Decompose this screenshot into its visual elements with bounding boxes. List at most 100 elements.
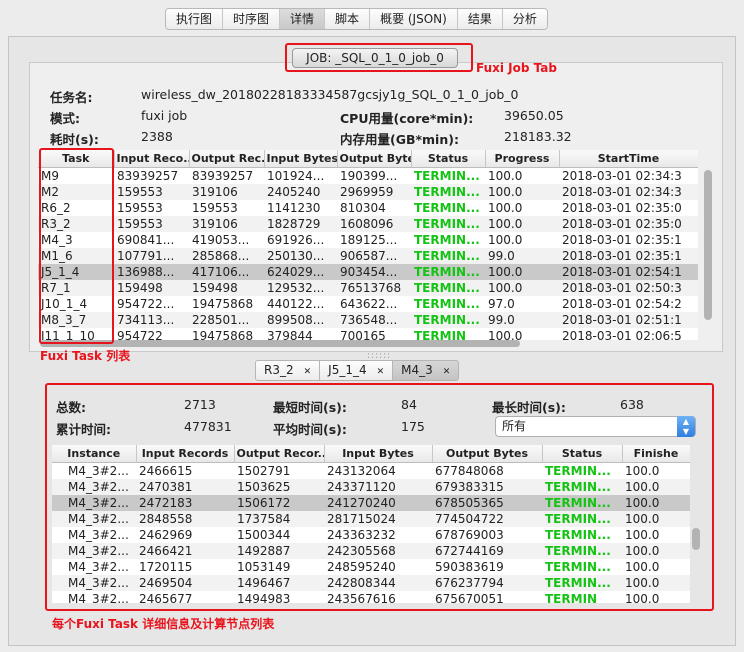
max-time-label: 最长时间(s): bbox=[492, 400, 566, 415]
task-row[interactable]: J5_1_4 136988... 417106... 624029... 903454.… bbox=[38, 263, 698, 280]
instance-col-header[interactable]: Output Bytes bbox=[432, 445, 543, 463]
instance-row[interactable]: M4_3#2... 2466615 1502791 243132064 67784806… bbox=[52, 462, 690, 479]
instance-cell: M4_3#2... bbox=[68, 591, 129, 604]
instance-row[interactable]: M4_3#2... 2472183 1506172 241270240 67850536… bbox=[52, 494, 690, 511]
task-cell: 2018-03-01 02:35:1 bbox=[559, 247, 698, 264]
tab-1[interactable]: 时序图 bbox=[223, 9, 281, 29]
task-cell: 2969959 bbox=[337, 183, 411, 200]
instance-cell: 675670051 bbox=[435, 591, 504, 604]
task-cell: 99.0 bbox=[485, 311, 559, 328]
task-cell: TERMIN... bbox=[411, 215, 485, 232]
task-cell: 97.0 bbox=[488, 296, 515, 311]
instance-row[interactable]: M4_3#2... 2848558 1737584 281715024 77450472… bbox=[52, 510, 690, 527]
task-cell: 19475868 bbox=[192, 296, 254, 311]
instance-cell: 243371120 bbox=[324, 478, 432, 495]
task-col-header[interactable]: Input Reco... bbox=[114, 150, 190, 168]
task-cell: 903454... bbox=[337, 263, 411, 280]
instance-row[interactable]: M4_3#2... 2466421 1492887 242305568 67274416… bbox=[52, 542, 690, 559]
task-cell: 136988... bbox=[114, 263, 189, 280]
task-cell: 228501... bbox=[189, 311, 264, 328]
task-cell: 2018-03-01 02:51:1 bbox=[559, 311, 698, 328]
job-tab-highlight bbox=[285, 43, 473, 72]
instance-row[interactable]: M4_3#2... 2462969 1500344 243363232 67876900… bbox=[52, 527, 690, 543]
task-cell: 100.0 bbox=[488, 232, 523, 247]
task-row[interactable]: M1_6 107791... 285868... 250130... 906587...… bbox=[38, 247, 698, 264]
sub-tab[interactable]: J5_1_4 ✕ bbox=[320, 360, 394, 381]
close-icon[interactable]: ✕ bbox=[443, 367, 451, 377]
tab-4[interactable]: 概要 (JSON) bbox=[370, 9, 458, 29]
task-cell: 100.0 bbox=[488, 200, 523, 215]
tab-6[interactable]: 分析 bbox=[502, 9, 547, 29]
instance-row[interactable]: M4_3#2... 2470381 1503625 243371120 67938331… bbox=[52, 478, 690, 495]
task-row[interactable]: R3_2 159553 319106 1828729 1608096 TERMIN... 1… bbox=[38, 215, 698, 232]
instance-table-vscroll[interactable] bbox=[692, 528, 700, 550]
task-cell: 190399... bbox=[340, 168, 398, 183]
sub-tab-label: J5_1_4 bbox=[328, 363, 367, 377]
tab-0[interactable]: 执行图 bbox=[166, 9, 224, 29]
instance-row[interactable]: M4_3#2... 2465677 1494983 243567616 67567005… bbox=[52, 591, 690, 604]
time-value: 2388 bbox=[141, 129, 173, 144]
mode-label: 模式: bbox=[50, 111, 80, 126]
task-cell: 954722... bbox=[117, 296, 175, 311]
instance-cell: 1502791 bbox=[237, 463, 291, 478]
task-col-header[interactable]: Output Rec... bbox=[189, 150, 265, 168]
task-col-header[interactable]: Input Bytes bbox=[264, 150, 338, 168]
instance-cell: 677848068 bbox=[435, 463, 504, 478]
instance-row[interactable]: M4_3#2... 1720115 1053149 248595240 59038361… bbox=[52, 559, 690, 575]
instance-cell: TERMIN... bbox=[545, 559, 611, 574]
instance-col-header[interactable]: Input Records bbox=[136, 445, 235, 463]
tab-3[interactable]: 脚本 bbox=[325, 9, 371, 29]
cum-time-value: 477831 bbox=[184, 419, 232, 434]
instance-col-header[interactable]: Output Recor... bbox=[234, 445, 325, 463]
instance-col-header[interactable]: Status bbox=[542, 445, 623, 463]
instance-cell: M4_3#2... bbox=[68, 559, 129, 574]
close-icon[interactable]: ✕ bbox=[304, 367, 312, 377]
task-table-vscroll[interactable] bbox=[704, 170, 712, 320]
mem-label: 内存用量(GB*min): bbox=[340, 132, 459, 147]
task-row[interactable]: R7_1 159498 159498 129532... 76513768 TERMIN.… bbox=[38, 279, 698, 296]
task-cell: 99.0 bbox=[485, 247, 559, 264]
task-col-header[interactable]: Progress bbox=[485, 150, 560, 168]
task-cell: TERMIN... bbox=[411, 247, 485, 264]
instance-cell: M4_3#2... bbox=[52, 494, 136, 511]
task-cell: 624029... bbox=[264, 263, 337, 280]
task-cell: TERMIN bbox=[414, 328, 467, 341]
task-col-header[interactable]: Status bbox=[411, 150, 486, 168]
status-filter-select[interactable]: 所有 ▲ ▼ bbox=[495, 416, 696, 437]
task-row[interactable]: M4_3 690841... 419053... 691926... 189125...… bbox=[38, 232, 698, 248]
task-col-header[interactable]: Output Bytes bbox=[337, 150, 412, 168]
task-row[interactable]: J11_1_10 954722 19475868 379844 700165 TERMIN… bbox=[38, 328, 698, 341]
task-row[interactable]: J10_1_4 954722... 19475868 440122... 643622.… bbox=[38, 296, 698, 312]
instance-cell: 1737584 bbox=[234, 510, 324, 527]
task-cell: TERMIN... bbox=[414, 200, 480, 215]
sub-tab[interactable]: R3_2 ✕ bbox=[255, 360, 321, 381]
task-cell: 159553 bbox=[117, 200, 163, 215]
task-cell: 1141230 bbox=[267, 200, 321, 215]
tab-5[interactable]: 结果 bbox=[457, 9, 503, 29]
instance-cell: TERMIN bbox=[545, 591, 598, 604]
task-col-header[interactable]: StartTime bbox=[559, 150, 698, 168]
task-cell: 107791... bbox=[114, 247, 189, 264]
task-row[interactable]: M2 159553 319106 2405240 2969959 TERMIN... 100… bbox=[38, 183, 698, 200]
task-row[interactable]: M8_3_7 734113... 228501... 899508... 736548.… bbox=[38, 311, 698, 328]
instance-row[interactable]: M4_3#2... 2469504 1496467 242808344 67623779… bbox=[52, 574, 690, 591]
instance-col-header[interactable]: Input Bytes bbox=[324, 445, 433, 463]
task-row[interactable]: R6_2 159553 159553 1141230 810304 TERMIN... 10… bbox=[38, 200, 698, 216]
close-icon[interactable]: ✕ bbox=[377, 367, 385, 377]
task-row[interactable]: M9 83939257 83939257 101924... 190399... TERM… bbox=[38, 167, 698, 184]
sub-tab[interactable]: M4_3 ✕ bbox=[393, 360, 460, 381]
instance-cell: 678505365 bbox=[432, 494, 542, 511]
instance-col-header[interactable]: Finishe bbox=[622, 445, 690, 463]
instance-table: Instance Input Records Output Recor... Inpu… bbox=[52, 445, 690, 603]
task-cell: TERMIN... bbox=[411, 263, 485, 280]
instance-col-header[interactable]: Instance bbox=[52, 445, 137, 463]
total-value: 2713 bbox=[184, 397, 216, 412]
instance-cell: 1720115 bbox=[139, 559, 193, 574]
task-cell: 691926... bbox=[267, 232, 325, 247]
task-cell: 2018-03-01 02:35:0 bbox=[562, 200, 682, 215]
instance-cell: 2462969 bbox=[139, 527, 193, 542]
task-cell: 2018-03-01 02:54:1 bbox=[559, 263, 698, 280]
task-sub-tabs: R3_2 ✕ J5_1_4 ✕ M4_3 ✕ bbox=[255, 360, 460, 381]
tab-2[interactable]: 详情 bbox=[280, 9, 326, 29]
instance-cell: 241270240 bbox=[324, 494, 432, 511]
